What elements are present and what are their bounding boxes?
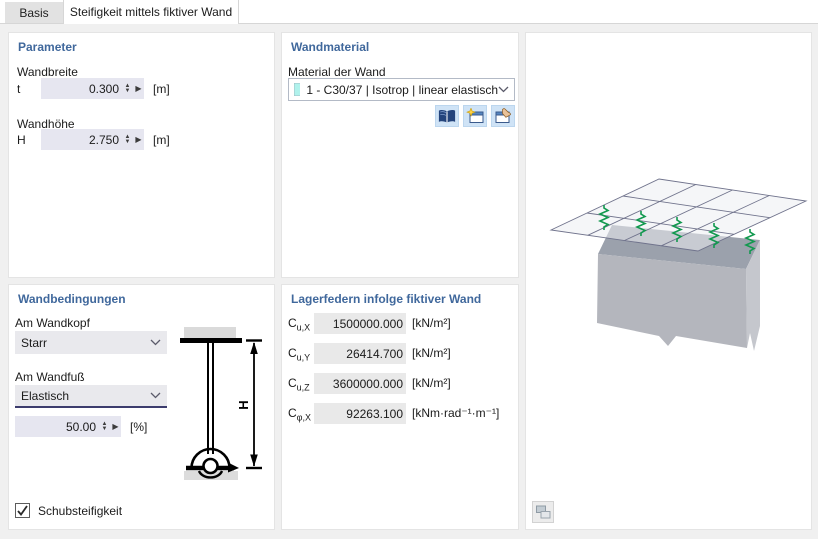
cux-unit: [kN/m²] [412,316,451,330]
wandbreite-input[interactable]: 0.300 ▲ ▼ ▶ [41,78,144,99]
cuz-label: Cu,Z [288,376,310,393]
panel-3d-preview [525,32,812,530]
cuy-value-field: 26414.700 [314,343,406,364]
chevron-down-icon [150,392,161,399]
wandkopf-label: Am Wandkopf [15,316,90,330]
slab-grid-plate [549,178,808,252]
tab-steifigkeit-label: Steifigkeit mittels fiktiver Wand [69,5,233,19]
spinner-up-down-icon[interactable]: ▲ ▼ [122,83,133,94]
cux-value-field: 1500000.000 [314,313,406,334]
spinner-up-down-icon[interactable]: ▲ ▼ [122,134,133,145]
cuy-value: 26414.700 [346,346,403,361]
spinner-expand-icon[interactable]: ▶ [133,84,144,93]
cphix-unit: [kNm·rad⁻¹·m⁻¹] [412,406,500,420]
panel-lagerfedern: Lagerfedern infolge fiktiver Wand Cu,X 1… [281,284,519,530]
material-edit-button[interactable] [491,105,515,127]
layers-icon [536,505,551,519]
stiffness-dialog: Basis Steifigkeit mittels fiktiver Wand … [0,0,818,539]
panel-wandbedingungen: Wandbedingungen Am Wandkopf Starr Am Wan… [8,284,275,530]
wandfuss-percent-input[interactable]: 50.00 ▲ ▼ ▶ [15,416,121,437]
material-select[interactable]: 1 - C30/37 | Isotrop | linear elastisch [288,78,515,101]
wandfuss-percent-unit: [%] [130,420,148,434]
cux-label: Cu,X [288,316,311,333]
hinge-circle [202,457,219,475]
cuz-value-field: 3600000.000 [314,373,406,394]
checkmark-icon [17,505,28,516]
tab-basis-label: Basis [19,5,49,20]
slab-shape [184,327,236,338]
wall-condition-diagram: H [180,327,262,480]
tab-bar: Basis Steifigkeit mittels fiktiver Wand [0,0,818,24]
cphix-label: Cφ,X [288,406,312,423]
cphix-value: 92263.100 [346,406,403,421]
material-new-button[interactable] [463,105,487,127]
h-symbol: H [17,133,26,147]
spinner-expand-icon[interactable]: ▶ [110,422,121,431]
t-symbol: t [17,82,21,96]
wandhoehe-unit: [m] [153,133,170,147]
wandkopf-select[interactable]: Starr [15,331,167,354]
wandbreite-value: 0.300 [88,81,119,96]
wall-front-face [597,254,747,348]
book-library-icon [438,109,456,123]
wandbreite-label: Wandbreite [17,65,78,79]
view-options-button[interactable] [532,501,554,523]
material-selected-value: 1 - C30/37 | Isotrop | linear elastisch [306,82,498,97]
cuz-value: 3600000.000 [332,376,403,391]
spinner-up-down-icon[interactable]: ▲ ▼ [99,421,110,432]
panel-parameter-title: Parameter [18,40,77,54]
wall-3d-visualization [549,178,808,351]
cuy-unit: [kN/m²] [412,346,451,360]
dimension-h-label: H [236,400,251,409]
wandkopf-selected-value: Starr [21,335,48,350]
wandfuss-percent-value: 50.00 [65,419,96,434]
panel-parameter: Parameter Wandbreite t 0.300 ▲ ▼ ▶ [m] Wa… [8,32,275,278]
spinner-expand-icon[interactable]: ▶ [133,135,144,144]
chevron-down-icon [150,339,161,346]
wandfuss-label: Am Wandfuß [15,370,85,384]
wandhoehe-value: 2.750 [88,132,119,147]
material-color-swatch [294,83,301,96]
edit-window-hand-icon [495,108,511,123]
schubsteifigkeit-checkbox[interactable] [15,503,30,518]
new-window-star-icon [466,108,484,123]
chevron-down-icon [498,86,509,93]
wandfuss-select[interactable]: Elastisch [15,385,167,408]
schubsteifigkeit-label: Schubsteifigkeit [38,503,123,518]
wandhoehe-input[interactable]: 2.750 ▲ ▼ ▶ [41,129,144,150]
tab-steifigkeit[interactable]: Steifigkeit mittels fiktiver Wand [63,0,239,24]
wandbreite-unit: [m] [153,82,170,96]
cuz-unit: [kN/m²] [412,376,451,390]
wandfuss-selected-value: Elastisch [21,388,70,403]
material-label: Material der Wand [288,65,386,79]
panel-wandmaterial-title: Wandmaterial [291,40,370,54]
panel-lagerfedern-title: Lagerfedern infolge fiktiver Wand [291,292,482,306]
cuy-label: Cu,Y [288,346,311,363]
cphix-value-field: 92263.100 [314,403,406,424]
material-library-button[interactable] [435,105,459,127]
schubsteifigkeit-checkbox-row: Schubsteifigkeit [15,503,122,518]
panel-wandbedingungen-title: Wandbedingungen [18,292,126,306]
cux-value: 1500000.000 [332,316,403,331]
tab-basis[interactable]: Basis [5,2,63,23]
panel-wandmaterial: Wandmaterial Material der Wand 1 - C30/3… [281,32,519,278]
